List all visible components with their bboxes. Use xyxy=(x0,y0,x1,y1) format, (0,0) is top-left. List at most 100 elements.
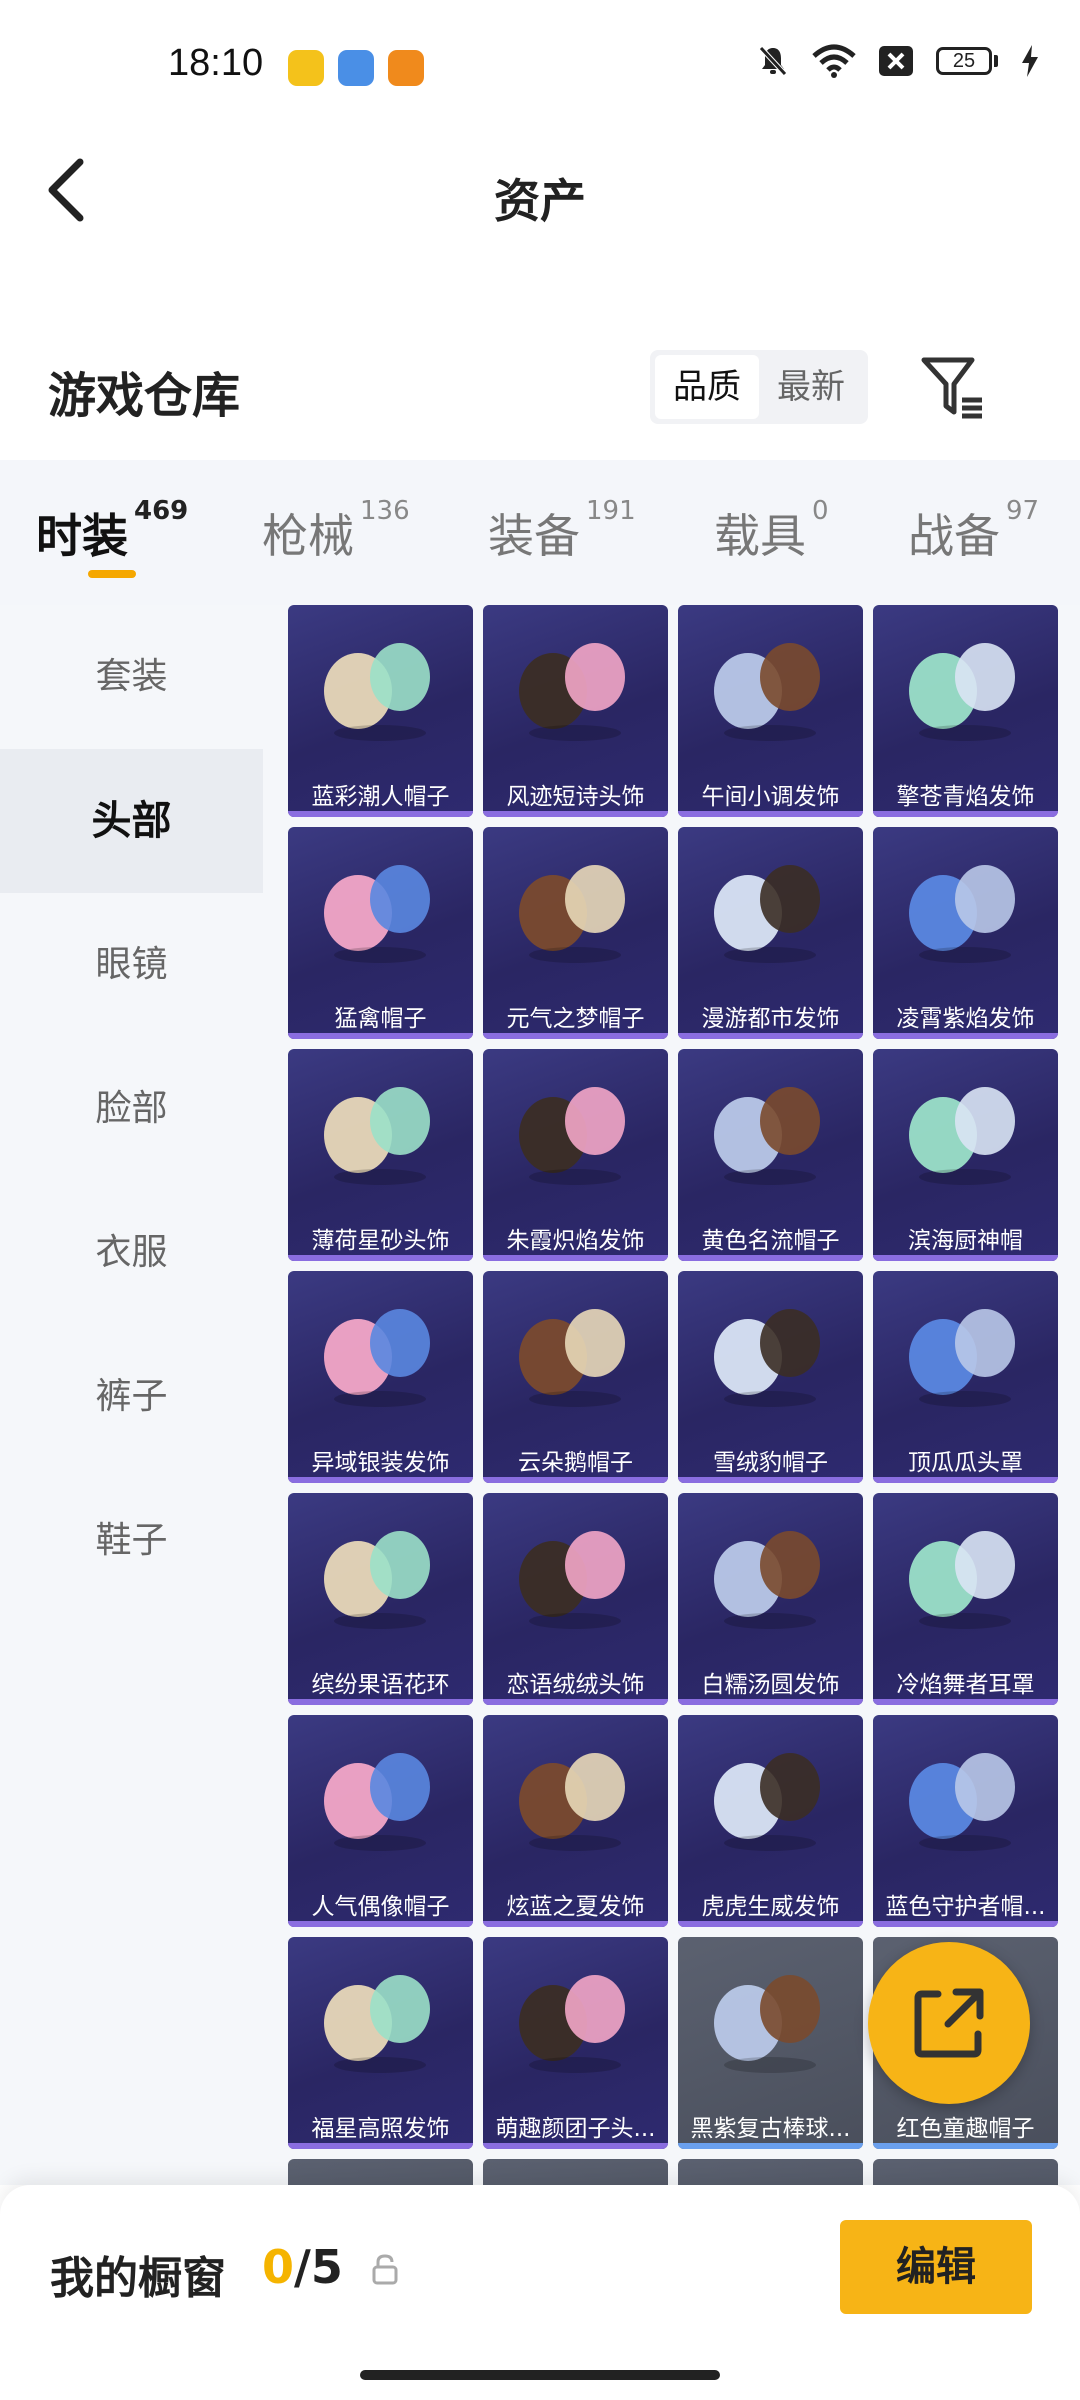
tab-firearms[interactable]: 枪械 136 xyxy=(262,496,410,566)
quality-bar xyxy=(483,1033,668,1039)
hair-icon xyxy=(909,643,1015,741)
share-button[interactable] xyxy=(868,1942,1030,2104)
showcase-separator: / xyxy=(294,2240,311,2294)
quality-bar xyxy=(483,1699,668,1705)
tab-supplies[interactable]: 战备 97 xyxy=(908,496,1039,566)
hair-icon xyxy=(324,1309,430,1407)
earmuff-icon xyxy=(909,1531,1015,1629)
quality-bar xyxy=(873,2143,1058,2149)
tab-count: 0 xyxy=(812,496,829,526)
hair-icon xyxy=(519,1531,625,1629)
tab-label: 枪械 xyxy=(262,509,354,563)
flower-wreath-icon xyxy=(324,1531,430,1629)
item-name: 萌趣颜团子头... xyxy=(495,2116,656,2142)
item-card[interactable]: 福星高照发饰 xyxy=(288,1937,473,2149)
filter-icon xyxy=(921,357,982,419)
watermelon-icon xyxy=(909,1309,1015,1407)
police-cap-icon xyxy=(909,1753,1015,1851)
sidebar-item-clothes[interactable]: 衣服 xyxy=(0,1181,263,1325)
hair-icon xyxy=(324,1975,430,2073)
hair-icon xyxy=(324,1087,430,1185)
item-name: 人气偶像帽子 xyxy=(311,1894,450,1920)
item-name: 白糯汤圆发饰 xyxy=(701,1672,840,1698)
battery-level: 25 xyxy=(936,47,992,75)
sidebar-item-shoes[interactable]: 鞋子 xyxy=(0,1469,263,1613)
item-card[interactable]: 白糯汤圆发饰 xyxy=(678,1493,863,1705)
status-bar: 18:10 25 xyxy=(0,0,1080,140)
item-name: 元气之梦帽子 xyxy=(506,1006,645,1032)
tab-fashion[interactable]: 时装 469 xyxy=(36,496,188,566)
item-card[interactable]: 虎虎生威发饰 xyxy=(678,1715,863,1927)
hair-icon xyxy=(714,1531,820,1629)
status-time: 18:10 xyxy=(168,42,264,84)
item-card-partial[interactable] xyxy=(678,2159,863,2185)
item-card[interactable]: 黄色名流帽子 xyxy=(678,1049,863,1261)
item-card-partial[interactable] xyxy=(483,2159,668,2185)
item-card[interactable]: 蓝色守护者帽... xyxy=(873,1715,1058,1927)
item-card[interactable]: 薄荷星砂头饰 xyxy=(288,1049,473,1261)
quality-bar xyxy=(873,1921,1058,1927)
item-card-partial[interactable] xyxy=(288,2159,473,2185)
quality-bar xyxy=(678,1921,863,1927)
item-card[interactable]: 擎苍青焰发饰 xyxy=(873,605,1058,817)
filter-button[interactable] xyxy=(918,352,986,422)
item-name: 凌霄紫焰发饰 xyxy=(896,1006,1035,1032)
quality-bar xyxy=(288,1477,473,1483)
hair-icon xyxy=(714,643,820,741)
edit-button[interactable]: 编辑 xyxy=(840,2220,1032,2314)
quality-bar xyxy=(678,2143,863,2149)
item-card[interactable]: 炫蓝之夏发饰 xyxy=(483,1715,668,1927)
item-card[interactable]: 人气偶像帽子 xyxy=(288,1715,473,1927)
item-card[interactable]: 漫游都市发饰 xyxy=(678,827,863,1039)
quality-bar xyxy=(288,1699,473,1705)
item-name: 风迹短诗头饰 xyxy=(506,784,645,810)
home-indicator[interactable] xyxy=(360,2370,720,2380)
quality-bar xyxy=(678,1477,863,1483)
item-card[interactable]: 雪绒豹帽子 xyxy=(678,1271,863,1483)
quality-bar xyxy=(678,1033,863,1039)
item-card[interactable]: 午间小调发饰 xyxy=(678,605,863,817)
quality-bar xyxy=(483,1477,668,1483)
tab-label: 战备 xyxy=(908,509,1000,563)
no-sim-icon xyxy=(879,46,913,76)
sidebar-item-glasses[interactable]: 眼镜 xyxy=(0,893,263,1037)
item-card[interactable]: 恋语绒绒头饰 xyxy=(483,1493,668,1705)
item-name: 炫蓝之夏发饰 xyxy=(506,1894,645,1920)
sidebar-item-head[interactable]: 头部 xyxy=(0,749,263,893)
item-card[interactable]: 风迹短诗头饰 xyxy=(483,605,668,817)
item-name: 红色童趣帽子 xyxy=(896,2116,1035,2142)
sidebar-item-face[interactable]: 脸部 xyxy=(0,1037,263,1181)
item-name: 午间小调发饰 xyxy=(701,784,840,810)
item-card[interactable]: 蓝彩潮人帽子 xyxy=(288,605,473,817)
quality-bar xyxy=(873,811,1058,817)
item-card[interactable]: 元气之梦帽子 xyxy=(483,827,668,1039)
hair-icon xyxy=(909,865,1015,963)
item-card[interactable]: 云朵鹅帽子 xyxy=(483,1271,668,1483)
aviator-helmet-icon xyxy=(324,865,430,963)
item-name: 恋语绒绒头饰 xyxy=(506,1672,645,1698)
quality-bar xyxy=(873,1477,1058,1483)
item-name: 漫游都市发饰 xyxy=(701,1006,840,1032)
tab-vehicles[interactable]: 载具 0 xyxy=(714,496,829,566)
item-card[interactable]: 黑紫复古棒球... xyxy=(678,1937,863,2149)
item-card[interactable]: 凌霄紫焰发饰 xyxy=(873,827,1058,1039)
item-card[interactable]: 缤纷果语花环 xyxy=(288,1493,473,1705)
quality-bar xyxy=(288,1033,473,1039)
sidebar-item-suit[interactable]: 套装 xyxy=(0,605,263,749)
item-card[interactable]: 异域银装发饰 xyxy=(288,1271,473,1483)
sidebar-item-pants[interactable]: 裤子 xyxy=(0,1325,263,1469)
cap-icon xyxy=(324,643,430,741)
item-card-partial[interactable] xyxy=(873,2159,1058,2185)
item-card[interactable]: 萌趣颜团子头... xyxy=(483,1937,668,2149)
tab-equipment[interactable]: 装备 191 xyxy=(488,496,636,566)
dumpling-icon xyxy=(519,1975,625,2073)
charging-icon xyxy=(1022,45,1038,77)
sort-latest[interactable]: 最新 xyxy=(759,355,863,419)
item-card[interactable]: 朱霞炽焰发饰 xyxy=(483,1049,668,1261)
item-card[interactable]: 顶瓜瓜头罩 xyxy=(873,1271,1058,1483)
sort-quality[interactable]: 品质 xyxy=(655,355,759,419)
item-card[interactable]: 滨海厨神帽 xyxy=(873,1049,1058,1261)
item-card[interactable]: 猛禽帽子 xyxy=(288,827,473,1039)
showcase-label: 我的橱窗 xyxy=(50,2253,226,2304)
item-card[interactable]: 冷焰舞者耳罩 xyxy=(873,1493,1058,1705)
